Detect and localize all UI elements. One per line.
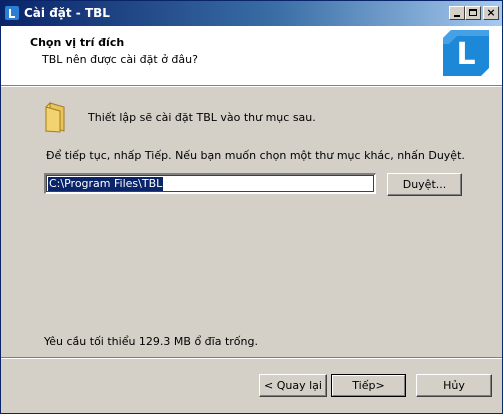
title-bar[interactable]: Cài đặt - TBL × [1, 1, 502, 26]
logo-letter: L [456, 37, 475, 72]
header-separator [1, 85, 502, 87]
maximize-icon [469, 9, 477, 16]
install-intro-text: Thiết lập sẽ cài đặt TBL vào thư mục sau… [88, 111, 316, 124]
folder-icon [45, 101, 65, 133]
destination-path-input[interactable]: C:\Program Files\TBL [44, 173, 376, 194]
cancel-button[interactable]: Hủy [416, 374, 492, 397]
next-button-label: Tiếp> [352, 379, 385, 392]
minimize-icon [454, 15, 460, 17]
page-subtitle: TBL nên được cài đặt ở đâu? [42, 53, 198, 66]
disk-space-text: Yêu cầu tối thiểu 129.3 MB ổ đĩa trống. [44, 335, 258, 348]
tbl-logo-icon: L [443, 30, 489, 76]
destination-path-value: C:\Program Files\TBL [48, 177, 164, 191]
browse-button[interactable]: Duyệt... [387, 173, 462, 196]
instruction-text: Để tiếp tục, nhấp Tiếp. Nếu bạn muốn chọ… [46, 149, 465, 162]
installer-window: Cài đặt - TBL × Chọn vị trí đích TBL nên… [0, 0, 503, 414]
wizard-header: Chọn vị trí đích TBL nên được cài đặt ở … [1, 26, 502, 85]
next-button[interactable]: Tiếp> [331, 374, 406, 397]
app-icon [5, 6, 19, 20]
window-title: Cài đặt - TBL [24, 6, 110, 20]
page-title: Chọn vị trí đích [30, 36, 125, 49]
close-button[interactable]: × [483, 6, 499, 20]
footer-separator [1, 357, 502, 359]
maximize-button[interactable] [465, 6, 481, 20]
minimize-button[interactable] [449, 6, 465, 20]
close-icon: × [486, 6, 496, 19]
back-button[interactable]: < Quay lại [259, 374, 327, 397]
